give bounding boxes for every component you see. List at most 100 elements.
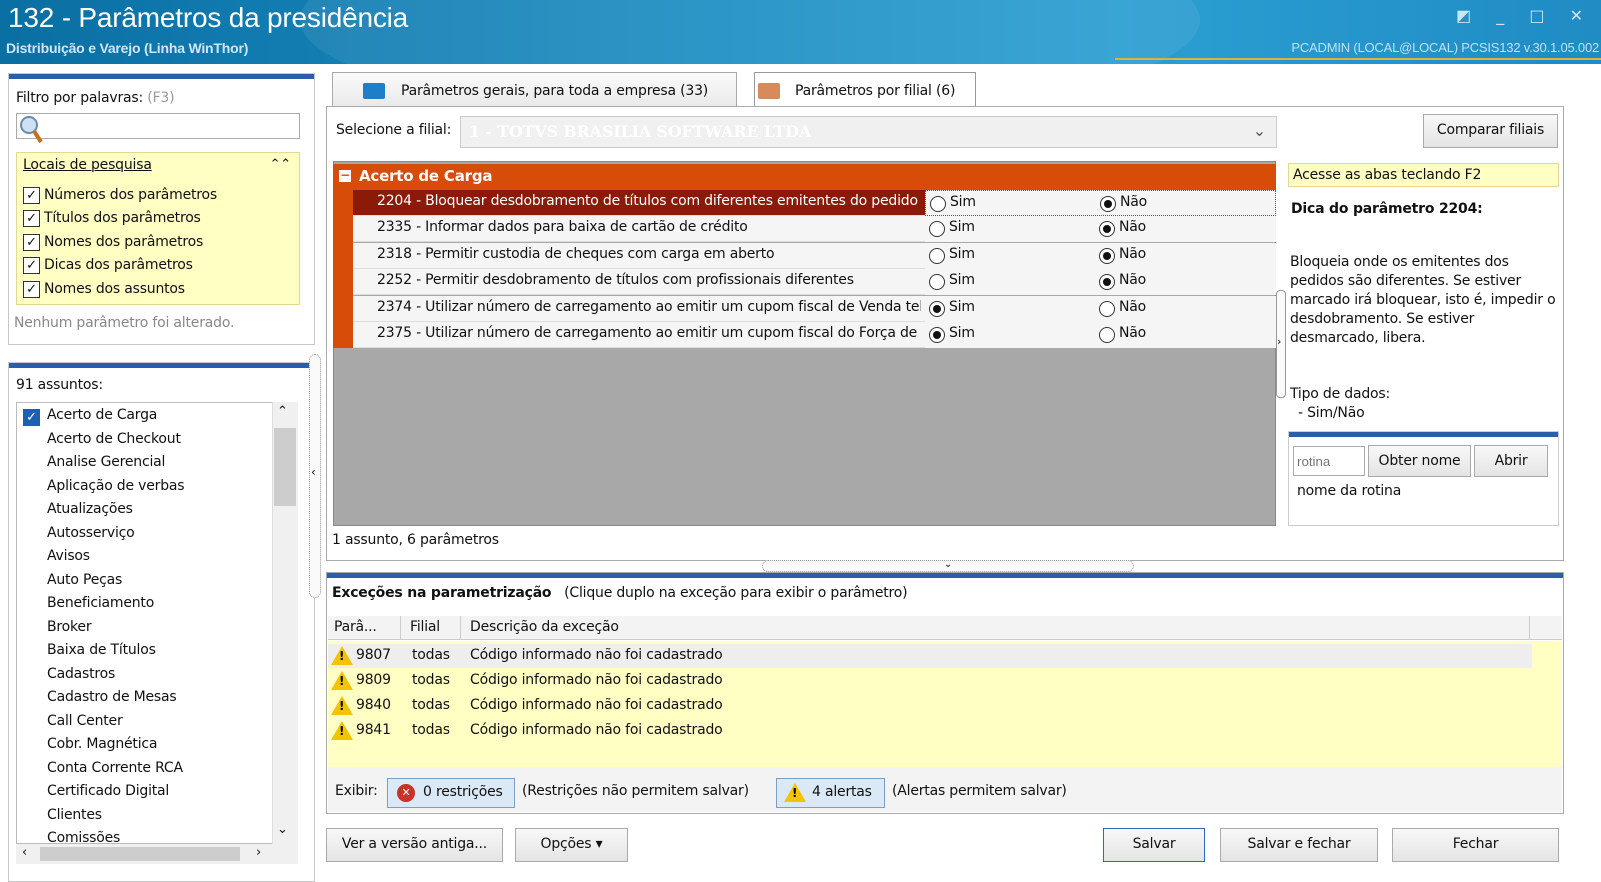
save-and-close-button[interactable]: Salvar e fechar <box>1220 828 1378 862</box>
radio-nao[interactable] <box>1099 274 1115 290</box>
subject-item[interactable]: Autosserviço <box>47 525 135 541</box>
vertical-splitter[interactable]: ⌄ <box>762 560 1134 572</box>
restrictions-toggle-button[interactable]: ✕ 0 restrições <box>387 778 515 808</box>
radio-sim[interactable] <box>929 301 945 317</box>
scroll-left-icon[interactable]: ‹ <box>22 845 27 860</box>
parameter-row[interactable]: 2374 - Utilizar número de carregamento a… <box>353 296 1276 322</box>
exception-row[interactable]: ! 9840 todas Código informado não foi ca… <box>328 694 1532 718</box>
group-stripe <box>333 190 353 348</box>
chevron-right-icon[interactable]: › <box>1277 335 1281 348</box>
subject-item[interactable]: Cadastro de Mesas <box>47 689 177 705</box>
subject-item[interactable]: Analise Gerencial <box>47 454 165 470</box>
group-title: Acerto de Carga <box>359 167 493 185</box>
radio-nao[interactable] <box>1099 221 1115 237</box>
subject-item[interactable]: Cadastros <box>47 666 115 682</box>
tab-general-parameters[interactable]: Parâmetros gerais, para toda a empresa (… <box>332 72 737 106</box>
old-version-button[interactable]: Ver a versão antiga... <box>326 828 503 862</box>
get-name-button[interactable]: Obter nome <box>1368 445 1471 477</box>
radio-sim[interactable] <box>930 196 946 212</box>
grid-status: 1 assunto, 6 parâmetros <box>332 532 499 548</box>
column-description[interactable]: Descrição da exceção <box>470 619 619 635</box>
radio-nao[interactable] <box>1099 248 1115 264</box>
alerts-toggle-button[interactable]: ! 4 alertas <box>776 778 885 808</box>
parameter-row[interactable]: 2252 - Permitir desdobramento de títulos… <box>353 269 1276 295</box>
subject-item[interactable]: Aplicação de verbas <box>47 478 185 494</box>
window-controls[interactable]: ◩ _ □ ✕ <box>1456 6 1593 25</box>
group-header[interactable]: − Acerto de Carga <box>333 164 1276 190</box>
checkbox-assuntos[interactable]: ✓ <box>23 281 40 298</box>
subjects-list[interactable]: ✓ Acerto de Carga Acerto de Checkout Anali… <box>16 402 298 844</box>
subject-item[interactable]: Call Center <box>47 713 123 729</box>
chevron-down-icon[interactable]: ⌄ <box>944 559 952 570</box>
radio-sim[interactable] <box>929 248 945 264</box>
show-label: Exibir: <box>335 783 378 799</box>
filial-select[interactable]: 1 - TOTVS BRASILIA SOFTWARE LTDA ⌄ <box>460 116 1277 148</box>
checkbox-titulos[interactable]: ✓ <box>23 210 40 227</box>
subject-item[interactable]: Auto Peças <box>47 572 122 588</box>
tab-label: Parâmetros gerais, para toda a empresa (… <box>401 83 709 99</box>
radio-sim[interactable] <box>929 327 945 343</box>
checkbox-nomes[interactable]: ✓ <box>23 234 40 251</box>
parameter-row[interactable]: 2335 - Informar dados para baixa de cart… <box>353 216 1276 242</box>
exception-row[interactable]: ! 9807 todas Código informado não foi ca… <box>328 644 1532 668</box>
error-icon: ✕ <box>397 784 415 802</box>
radio-sim[interactable] <box>929 274 945 290</box>
radio-sim[interactable] <box>929 221 945 237</box>
column-param[interactable]: Parâ... <box>334 619 377 635</box>
column-filial[interactable]: Filial <box>410 619 440 635</box>
options-button[interactable]: Opções ▾ <box>515 828 628 862</box>
parameter-row[interactable]: 2204 - Bloquear desdobramento de títulos… <box>353 190 1276 216</box>
radio-nao[interactable] <box>1099 327 1115 343</box>
data-type-value: - Sim/Não <box>1298 405 1365 421</box>
user-version-info: PCADMIN (LOCAL@LOCAL) PCSIS132 v.30.1.05… <box>1291 40 1599 55</box>
compare-branches-button[interactable]: Comparar filiais <box>1423 114 1558 148</box>
help-panel-splitter[interactable]: › <box>1276 290 1286 398</box>
subject-item[interactable]: Cobr. Magnética <box>47 736 157 752</box>
left-panel-splitter[interactable]: ‹ <box>309 354 321 598</box>
scroll-right-icon[interactable]: › <box>256 845 261 860</box>
radio-nao[interactable] <box>1100 196 1116 212</box>
subject-item[interactable]: Beneficiamento <box>47 595 154 611</box>
exception-row[interactable]: ! 9841 todas Código informado não foi ca… <box>328 719 1532 743</box>
parameter-text: 2374 - Utilizar número de carregamento a… <box>377 299 921 315</box>
routine-input[interactable] <box>1293 446 1365 476</box>
parameter-text: 2204 - Bloquear desdobramento de títulos… <box>377 193 918 209</box>
radio-nao-label: Não <box>1119 272 1147 288</box>
subject-item[interactable]: Acerto de Carga <box>47 407 157 423</box>
exception-row[interactable]: ! 9809 todas Código informado não foi ca… <box>328 669 1532 693</box>
accent-line <box>1115 58 1601 60</box>
subject-item[interactable]: Broker <box>47 619 92 635</box>
tab-label: Parâmetros por filial (6) <box>795 83 956 99</box>
collapse-icon[interactable]: − <box>339 169 351 182</box>
subject-item[interactable]: Avisos <box>47 548 90 564</box>
tab-branch-parameters[interactable]: Parâmetros por filial (6) <box>754 72 976 108</box>
checkbox-dicas[interactable]: ✓ <box>23 257 40 274</box>
restrictions-note: (Restrições não permitem salvar) <box>522 783 749 799</box>
exception-filial: todas <box>412 697 450 713</box>
subject-item[interactable]: Baixa de Títulos <box>47 642 156 658</box>
restrictions-label: 0 restrições <box>423 784 503 800</box>
subject-item[interactable]: Acerto de Checkout <box>47 431 181 447</box>
scroll-up-icon[interactable]: ⌃ <box>277 404 288 419</box>
open-button[interactable]: Abrir <box>1474 445 1548 477</box>
close-button[interactable]: Fechar <box>1392 828 1559 862</box>
horizontal-scrollbar-thumb[interactable] <box>40 847 240 861</box>
subject-item[interactable]: Conta Corrente RCA <box>47 760 183 776</box>
subject-item[interactable]: Atualizações <box>47 501 133 517</box>
chevron-left-icon[interactable]: ‹ <box>311 465 316 479</box>
subject-item[interactable]: Certificado Digital <box>47 783 169 799</box>
subject-item[interactable]: Comissões <box>47 830 120 843</box>
chevron-up-double-icon[interactable]: ⌃⌃ <box>270 157 292 172</box>
checkbox-numeros[interactable]: ✓ <box>23 187 40 204</box>
scrollbar-thumb[interactable] <box>274 428 296 506</box>
folder-icon <box>758 83 780 99</box>
checkbox-label: Nomes dos parâmetros <box>44 234 204 250</box>
scroll-down-icon[interactable]: ⌄ <box>277 822 288 837</box>
parameter-row[interactable]: 2375 - Utilizar número de carregamento a… <box>353 322 1276 348</box>
radio-nao[interactable] <box>1099 301 1115 317</box>
check-icon: ✓ <box>23 409 40 426</box>
subject-item[interactable]: Clientes <box>47 807 102 823</box>
parameter-row[interactable]: 2318 - Permitir custodia de cheques com … <box>353 243 1276 269</box>
search-input[interactable] <box>16 113 300 139</box>
save-button[interactable]: Salvar <box>1103 828 1205 862</box>
